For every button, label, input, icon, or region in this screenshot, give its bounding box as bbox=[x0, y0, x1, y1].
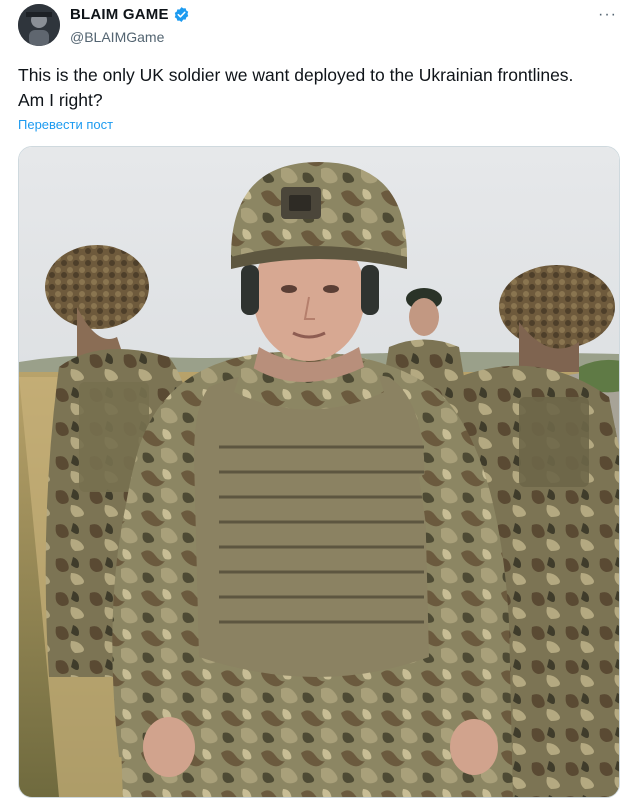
translate-post-link[interactable]: Перевести пост bbox=[18, 117, 113, 132]
author-name[interactable]: BLAIM GAME bbox=[70, 6, 169, 23]
tweet-photo[interactable] bbox=[18, 146, 620, 798]
avatar[interactable] bbox=[18, 4, 60, 46]
tweet-text-line-2: Am I right? bbox=[18, 90, 103, 110]
verified-badge-icon bbox=[173, 6, 190, 23]
photo-illustration bbox=[19, 147, 619, 797]
more-options-icon[interactable]: ··· bbox=[598, 6, 617, 24]
tweet-text-line-1: This is the only UK soldier we want depl… bbox=[18, 65, 574, 85]
author-handle[interactable]: @BLAIMGame bbox=[70, 29, 164, 45]
tweet-text: This is the only UK soldier we want depl… bbox=[18, 63, 618, 113]
